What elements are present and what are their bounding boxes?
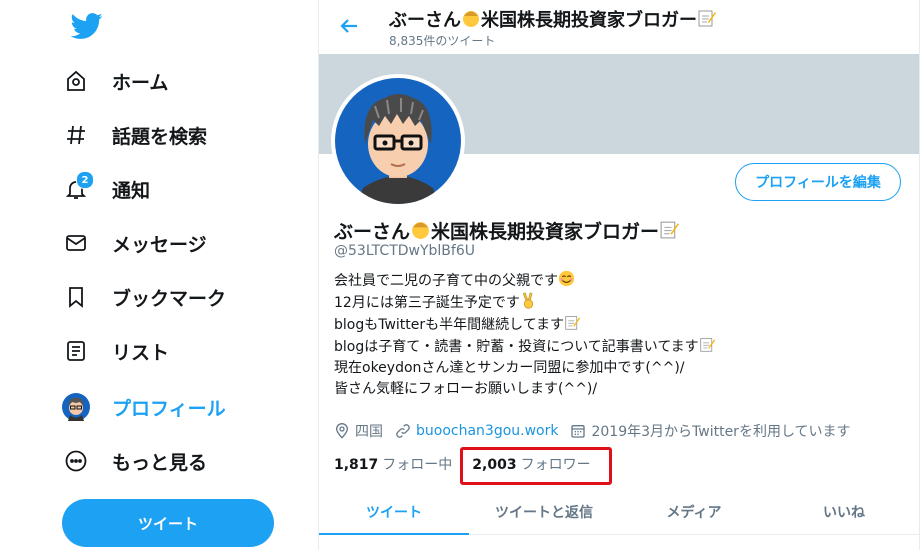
link-icon — [396, 424, 410, 438]
bio-line: blogは子育て・読書・貯蓄・投資について記事書いてます — [334, 339, 699, 355]
home-icon — [60, 65, 92, 97]
header-name-rest: 米国株長期投資家ブロガー — [481, 10, 697, 31]
memo-emoji-icon — [660, 221, 679, 239]
nav-explore[interactable]: 話題を検索 — [60, 113, 207, 157]
nav-explore-label: 話題を検索 — [112, 125, 208, 148]
nav-lists-label: リスト — [112, 341, 170, 364]
nav-bookmarks-label: ブックマーク — [112, 287, 227, 310]
tweet-button[interactable]: ツイート — [62, 499, 274, 547]
profile-bio: 会社員で二児の子育て中の父親です 12月には第三子誕生予定です blogもTwi… — [334, 270, 716, 400]
nav-messages-label: メッセージ — [112, 233, 207, 256]
nav-home-label: ホーム — [112, 71, 169, 94]
header-title: ぶーさん 米国株長期投資家ブロガー — [389, 6, 717, 32]
notification-badge: 2 — [76, 171, 94, 189]
memo-emoji-icon — [698, 10, 716, 27]
memo-emoji-icon — [699, 338, 715, 352]
tab-tweets-replies[interactable]: ツイートと返信 — [469, 490, 619, 534]
profile-avatar[interactable] — [331, 74, 465, 208]
tab-tweets[interactable]: ツイート — [319, 490, 469, 535]
profile-name: ぶーさん 米国株長期投資家ブロガー — [334, 217, 680, 244]
profile-name-text: ぶーさん — [334, 221, 411, 243]
tab-likes[interactable]: いいね — [769, 490, 919, 534]
bell-icon: 2 — [60, 171, 94, 205]
location-text: 四国 — [355, 424, 383, 440]
header-name: ぶーさん — [389, 10, 461, 31]
calendar-icon — [571, 425, 586, 438]
nav-notifications[interactable]: 2 通知 — [60, 167, 150, 211]
followers-highlight-box — [460, 447, 612, 485]
memo-emoji-icon — [565, 316, 581, 330]
victory-hand-emoji-icon — [522, 292, 534, 309]
profile-joined: 2019年3月からTwitterを利用しています — [570, 421, 851, 441]
nav-more-label: もっと見る — [112, 451, 208, 474]
edit-profile-button[interactable]: プロフィールを編集 — [735, 163, 901, 201]
hashtag-icon — [60, 119, 92, 151]
nav-profile[interactable]: プロフィール — [60, 385, 226, 429]
more-icon — [60, 445, 92, 477]
bio-line: 現在okeydonさん達とサンカー同盟に参加中です(^^)/ — [334, 360, 685, 376]
face-emoji-icon — [463, 11, 479, 27]
nav-messages[interactable]: メッセージ — [60, 221, 207, 265]
nav-lists[interactable]: リスト — [60, 329, 169, 373]
twitter-logo-icon[interactable] — [70, 10, 104, 42]
bio-line: 12月には第三子誕生予定です — [334, 295, 520, 311]
nav-profile-label: プロフィール — [112, 397, 226, 420]
website-link[interactable]: buoochan3gou.work — [416, 423, 558, 439]
tab-media[interactable]: メディア — [619, 490, 769, 534]
face-emoji-icon — [412, 222, 429, 239]
profile-column: ぶーさん 米国株長期投資家ブロガー 8,835件のツイート プロフィールを編集 ぶ… — [318, 0, 920, 550]
bookmark-icon — [60, 281, 92, 313]
back-arrow-icon[interactable] — [337, 14, 361, 38]
profile-tabs: ツイート ツイートと返信 メディア いいね — [319, 490, 919, 535]
bio-line: 皆さん気軽にフォローお願いします(^^)/ — [334, 381, 598, 397]
sidebar: ホーム 話題を検索 2 通知 メッセージ ブックマーク リスト プロフィール も… — [0, 0, 318, 550]
tweet-count: 8,835件のツイート — [389, 34, 496, 48]
following-label: フォロー中 — [382, 457, 453, 473]
profile-meta: 四国 buoochan3gou.work 2019年3月からTwitterを利用… — [334, 421, 863, 441]
following-count: 1,817 — [334, 457, 379, 473]
nav-home[interactable]: ホーム — [60, 59, 168, 103]
location-pin-icon — [335, 423, 349, 439]
profile-website[interactable]: buoochan3gou.work — [395, 423, 558, 439]
list-icon — [60, 335, 92, 367]
profile-name-rest: 米国株長期投資家ブロガー — [431, 221, 660, 243]
bio-line: blogもTwitterも半年間継続してます — [334, 317, 565, 333]
profile-handle: @53LTCTDwYblBf6U — [334, 243, 475, 259]
nav-notifications-label: 通知 — [112, 179, 151, 202]
avatar-icon — [60, 391, 92, 423]
avatar-illustration — [335, 78, 461, 204]
joined-text: 2019年3月からTwitterを利用しています — [591, 424, 851, 440]
smile-emoji-icon — [558, 270, 575, 287]
profile-location: 四国 — [334, 421, 383, 441]
mail-icon — [60, 227, 92, 259]
profile-header: ぶーさん 米国株長期投資家ブロガー 8,835件のツイート — [319, 0, 919, 54]
nav-more[interactable]: もっと見る — [60, 439, 207, 483]
nav-bookmarks[interactable]: ブックマーク — [60, 275, 226, 319]
following-link[interactable]: 1,817 フォロー中 — [334, 454, 452, 474]
bio-line: 会社員で二児の子育て中の父親です — [334, 273, 558, 289]
